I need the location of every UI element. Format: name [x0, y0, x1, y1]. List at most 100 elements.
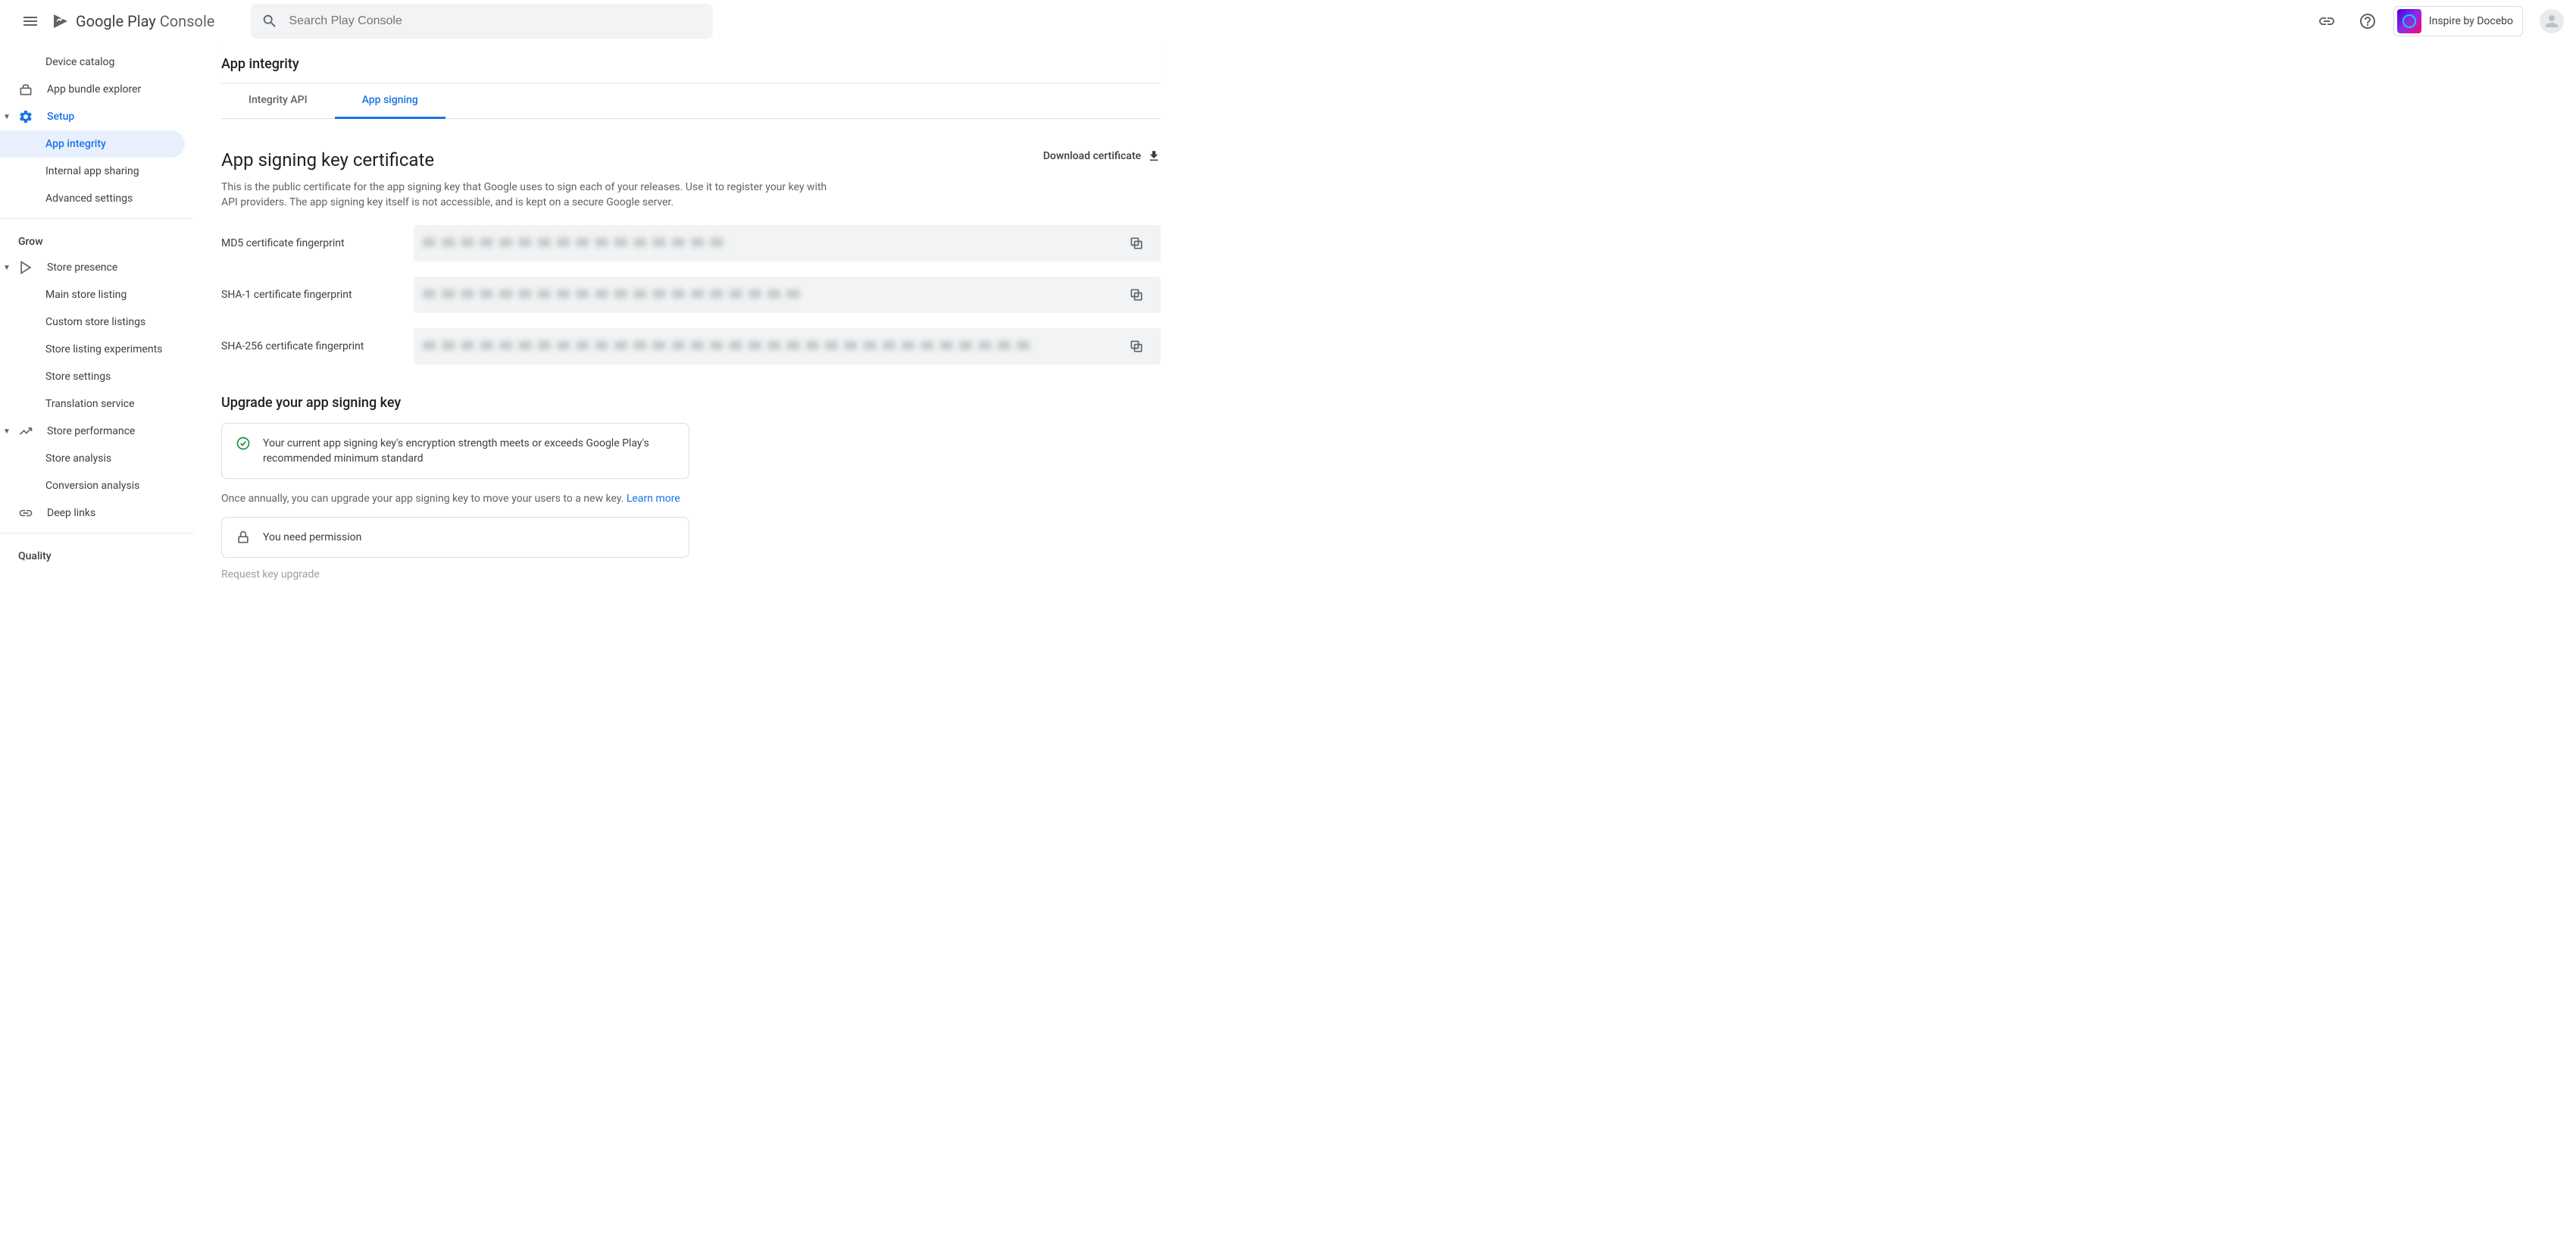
cert-label: MD5 certificate fingerprint — [221, 237, 395, 249]
search-box[interactable] — [251, 4, 713, 39]
copy-icon — [1129, 339, 1144, 354]
nav-label: Store settings — [45, 371, 111, 383]
cert-value: XX XX XX XX XX XX XX XX XX XX XX XX XX X… — [423, 289, 1121, 301]
request-key-upgrade-disabled: Request key upgrade — [221, 568, 1161, 581]
download-certificate-button[interactable]: Download certificate — [1043, 149, 1161, 163]
nav-label: Store performance — [47, 425, 135, 437]
cert-label: SHA-1 certificate fingerprint — [221, 289, 395, 301]
nav-label: App integrity — [45, 138, 106, 150]
bundle-icon — [18, 82, 33, 97]
cert-row-md5: MD5 certificate fingerprint XX XX XX XX … — [221, 225, 1161, 261]
tab-integrity-api[interactable]: Integrity API — [221, 83, 335, 118]
sidebar: Device catalog App bundle explorer ▼ Set… — [0, 42, 194, 581]
copy-button[interactable] — [1121, 228, 1152, 258]
logo-text: Google Play Console — [76, 12, 214, 30]
help-button[interactable] — [2352, 6, 2383, 36]
caret-down-icon: ▼ — [3, 427, 14, 436]
help-icon — [2359, 12, 2377, 30]
search-icon — [261, 13, 278, 30]
sidebar-item-main-store-listing[interactable]: Main store listing — [0, 281, 185, 308]
section-title-cert: App signing key certificate — [221, 149, 434, 171]
copy-icon — [1129, 236, 1144, 251]
section-label-grow: Grow — [0, 225, 194, 254]
cert-value: XX XX XX XX XX XX XX XX XX XX XX XX XX X… — [423, 340, 1121, 352]
link-icon — [18, 506, 33, 521]
nav-label: Device catalog — [45, 56, 114, 68]
nav-label: Custom store listings — [45, 316, 145, 328]
tabs: Integrity API App signing — [221, 83, 1161, 119]
tab-app-signing[interactable]: App signing — [335, 83, 445, 119]
sidebar-item-store-listing-experiments[interactable]: Store listing experiments — [0, 336, 185, 363]
search-container — [251, 4, 713, 39]
menu-button[interactable] — [12, 3, 48, 39]
learn-more-link[interactable]: Learn more — [627, 493, 680, 505]
permission-text: You need permission — [263, 530, 361, 545]
nav-label: Deep links — [47, 507, 95, 519]
section-label-quality: Quality — [0, 540, 194, 568]
header: Google Play Console Inspire by Docebo — [0, 0, 2576, 42]
nav-label: Setup — [47, 111, 74, 123]
copy-button[interactable] — [1121, 280, 1152, 310]
cert-label: SHA-256 certificate fingerprint — [221, 340, 395, 352]
download-label: Download certificate — [1043, 150, 1141, 162]
sidebar-item-translation-service[interactable]: Translation service — [0, 390, 185, 418]
link-icon — [2318, 12, 2336, 30]
nav-label: Store listing experiments — [45, 343, 162, 355]
sidebar-item-internal-app-sharing[interactable]: Internal app sharing — [0, 158, 185, 185]
play-console-logo-icon — [52, 12, 70, 30]
nav-label: Main store listing — [45, 289, 127, 301]
sidebar-item-setup[interactable]: ▼ Setup — [0, 103, 185, 130]
nav-label: Store analysis — [45, 452, 111, 465]
app-selector[interactable]: Inspire by Docebo — [2393, 6, 2523, 36]
page-title: App integrity — [221, 42, 1161, 83]
nav-label: Conversion analysis — [45, 480, 139, 492]
lock-icon — [236, 530, 251, 545]
download-icon — [1147, 149, 1161, 163]
sidebar-item-app-integrity[interactable]: App integrity — [0, 130, 185, 158]
nav-label: Store presence — [47, 261, 117, 274]
link-button[interactable] — [2312, 6, 2342, 36]
sidebar-item-store-presence[interactable]: ▼ Store presence — [0, 254, 185, 281]
app-name-label: Inspire by Docebo — [2429, 15, 2513, 27]
sidebar-item-store-performance[interactable]: ▼ Store performance — [0, 418, 185, 445]
cert-value-box: XX XX XX XX XX XX XX XX XX XX XX XX XX X… — [414, 277, 1161, 313]
status-card-ok: Your current app signing key's encryptio… — [221, 423, 689, 479]
cert-value-box: XX XX XX XX XX XX XX XX XX XX XX XX XX X… — [414, 225, 1161, 261]
sidebar-item-device-catalog[interactable]: Device catalog — [0, 49, 185, 76]
sidebar-item-store-analysis[interactable]: Store analysis — [0, 445, 185, 472]
check-circle-icon — [236, 436, 251, 451]
sidebar-item-custom-store-listings[interactable]: Custom store listings — [0, 308, 185, 336]
copy-icon — [1129, 287, 1144, 302]
trending-icon — [18, 424, 33, 439]
status-card-permission: You need permission — [221, 517, 689, 558]
cert-value-box: XX XX XX XX XX XX XX XX XX XX XX XX XX X… — [414, 328, 1161, 365]
sidebar-item-store-settings[interactable]: Store settings — [0, 363, 185, 390]
section-desc: This is the public certificate for the a… — [221, 180, 827, 210]
store-icon — [18, 260, 33, 275]
gear-icon — [18, 109, 33, 124]
copy-button[interactable] — [1121, 331, 1152, 362]
status-text: Your current app signing key's encryptio… — [263, 436, 675, 466]
nav-label: App bundle explorer — [47, 83, 141, 95]
hamburger-icon — [21, 12, 39, 30]
sidebar-item-app-bundle-explorer[interactable]: App bundle explorer — [0, 76, 185, 103]
sidebar-item-conversion-analysis[interactable]: Conversion analysis — [0, 472, 185, 499]
search-input[interactable] — [289, 14, 702, 28]
nav-label: Advanced settings — [45, 193, 133, 205]
person-icon — [2543, 12, 2561, 30]
sidebar-item-deep-links[interactable]: Deep links — [0, 499, 185, 527]
sidebar-item-advanced-settings[interactable]: Advanced settings — [0, 185, 185, 212]
upgrade-annual-text: Once annually, you can upgrade your app … — [221, 493, 1161, 505]
nav-label: Translation service — [45, 398, 135, 410]
main-content: App integrity Integrity API App signing … — [194, 42, 1179, 581]
caret-down-icon: ▼ — [3, 113, 14, 121]
cert-row-sha256: SHA-256 certificate fingerprint XX XX XX… — [221, 328, 1161, 365]
nav-label: Internal app sharing — [45, 165, 139, 177]
cert-row-sha1: SHA-1 certificate fingerprint XX XX XX X… — [221, 277, 1161, 313]
cert-value: XX XX XX XX XX XX XX XX XX XX XX XX XX X… — [423, 237, 1121, 249]
caret-down-icon: ▼ — [3, 264, 14, 272]
logo[interactable]: Google Play Console — [52, 12, 214, 30]
user-avatar[interactable] — [2540, 9, 2564, 33]
app-icon — [2397, 9, 2421, 33]
header-actions: Inspire by Docebo — [2312, 6, 2564, 36]
